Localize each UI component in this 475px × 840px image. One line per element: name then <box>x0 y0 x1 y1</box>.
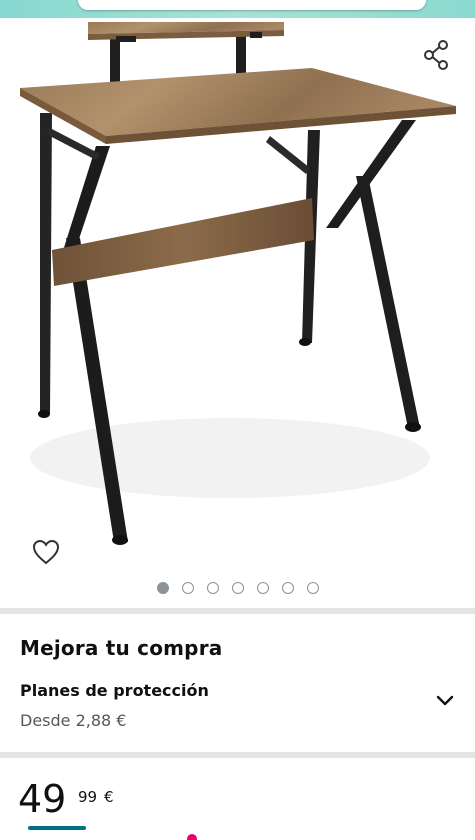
product-image <box>20 22 456 545</box>
heart-outline-icon[interactable] <box>30 536 62 568</box>
upgrade-section: Mejora tu compra Planes de protección De… <box>0 614 475 752</box>
price-underline <box>28 826 86 830</box>
protection-plans-row[interactable]: Planes de protección Desde 2,88 € <box>0 676 475 746</box>
pagination-dot[interactable] <box>256 582 269 594</box>
search-bar[interactable] <box>78 0 426 10</box>
product-gallery[interactable] <box>0 18 475 608</box>
pagination-dot[interactable] <box>231 582 244 594</box>
price-currency: € <box>104 788 114 806</box>
price-section: 49 99 € <box>0 758 475 840</box>
chevron-down-icon[interactable] <box>435 690 455 710</box>
pagination-dot[interactable] <box>206 582 219 594</box>
upgrade-title: Mejora tu compra <box>20 636 223 660</box>
pagination-dot[interactable] <box>156 582 169 594</box>
price-fraction: 99 <box>78 788 98 806</box>
pagination-dot[interactable] <box>181 582 194 594</box>
share-icon[interactable] <box>421 38 451 72</box>
indicator-dot <box>187 834 197 840</box>
image-pagination-dots[interactable] <box>0 582 475 594</box>
protection-plans-title: Planes de protección <box>20 681 209 700</box>
price-whole: 49 <box>18 777 67 821</box>
pagination-dot[interactable] <box>281 582 294 594</box>
protection-plans-price: Desde 2,88 € <box>20 711 127 730</box>
pagination-dot[interactable] <box>306 582 319 594</box>
